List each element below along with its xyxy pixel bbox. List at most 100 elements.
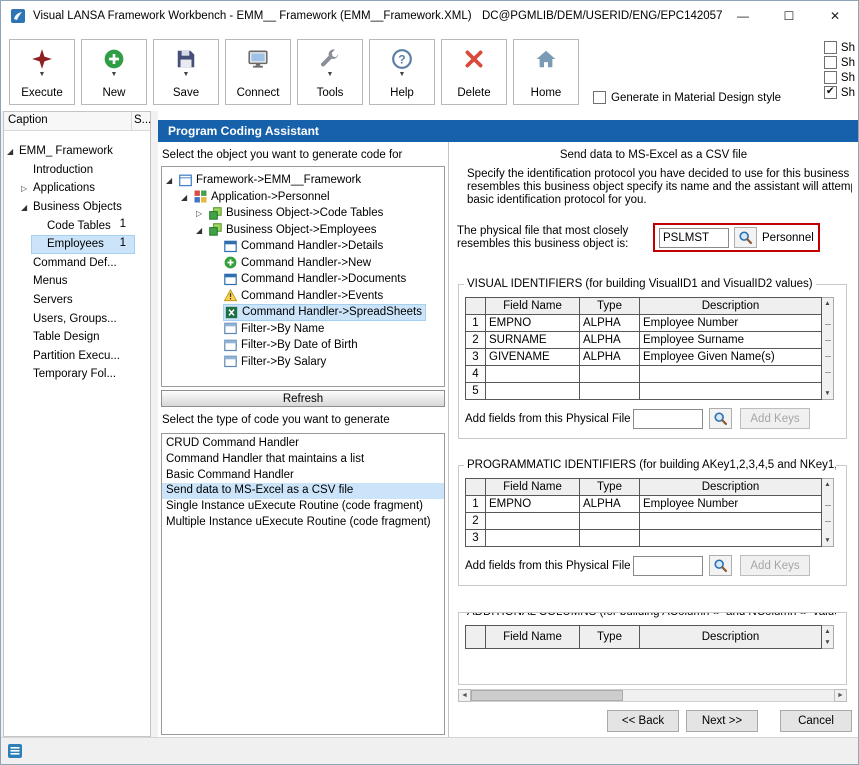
table-row[interactable]: 2SURNAMEALPHAEmployee Surname: [466, 332, 822, 349]
side-checkbox-3[interactable]: Sh: [824, 71, 855, 84]
table-row[interactable]: 1EMPNOALPHAEmployee Number: [466, 315, 822, 332]
window-controls: — ☐ ✕: [720, 1, 858, 31]
sidebar-item-employees[interactable]: Employees1: [4, 235, 150, 254]
sidebar-item-menus[interactable]: Menus: [4, 272, 150, 291]
tree-item-label: Filter->By Date of Birth: [241, 339, 358, 351]
visual-identifiers-table[interactable]: Field Name Type Description 1EMPNOALPHAE…: [465, 297, 822, 400]
scrollbar-thumb[interactable]: [471, 690, 623, 701]
expander-icon[interactable]: [181, 191, 193, 203]
tools-button[interactable]: Tools: [297, 39, 363, 105]
save-button[interactable]: Save: [153, 39, 219, 105]
add-fields-input[interactable]: [633, 556, 703, 576]
sidebar-item-temporary-folder[interactable]: Temporary Fol...: [4, 365, 150, 384]
scroll-right-icon[interactable]: [834, 689, 847, 702]
code-type-single-uexecute[interactable]: Single Instance uExecute Routine (code f…: [162, 499, 444, 515]
sidebar-item-users-groups[interactable]: Users, Groups...: [4, 309, 150, 328]
side-checkbox-4[interactable]: Sh: [824, 86, 855, 99]
expander-icon[interactable]: [196, 207, 208, 219]
table-scrollbar[interactable]: [822, 478, 834, 547]
expander-icon[interactable]: [7, 145, 19, 157]
tree-item-framework[interactable]: Framework->EMM__Framework: [162, 172, 444, 189]
home-button[interactable]: Home: [513, 39, 579, 105]
code-type-basic[interactable]: Basic Command Handler: [162, 468, 444, 484]
cancel-button[interactable]: Cancel: [780, 710, 852, 732]
sidebar-item-partition-execution[interactable]: Partition Execu...: [4, 347, 150, 366]
table-header-row: Field Name Type Description: [466, 626, 822, 649]
sidebar-item-emm-framework[interactable]: EMM_ Framework: [4, 142, 150, 161]
tree-item-bo-code-tables[interactable]: Business Object->Code Tables: [162, 205, 444, 222]
code-type-crud[interactable]: CRUD Command Handler: [162, 436, 444, 452]
expander-icon[interactable]: [21, 182, 33, 194]
tree-item-bo-employees[interactable]: Business Object->Employees: [162, 222, 444, 239]
code-type-multiple-uexecute[interactable]: Multiple Instance uExecute Routine (code…: [162, 515, 444, 531]
sidebar-item-applications[interactable]: Applications: [4, 179, 150, 198]
tree-item-ch-events[interactable]: Command Handler->Events: [162, 288, 444, 305]
tree-item-ch-spreadsheets[interactable]: Command Handler->SpreadSheets: [162, 304, 444, 321]
tree-item-filter-by-name[interactable]: Filter->By Name: [162, 321, 444, 338]
physical-file-input[interactable]: [659, 228, 729, 248]
table-scrollbar[interactable]: [822, 625, 834, 649]
add-fields-input[interactable]: [633, 409, 703, 429]
minimize-button[interactable]: —: [720, 1, 766, 31]
connect-button[interactable]: Connect: [225, 39, 291, 105]
chevron-down-icon: [183, 71, 190, 81]
search-fields-button[interactable]: [709, 408, 732, 429]
side-checkbox-label: Sh: [841, 57, 855, 69]
scrollbar-track[interactable]: [471, 689, 834, 702]
back-button[interactable]: << Back: [607, 710, 679, 732]
status-column-header[interactable]: S...: [132, 112, 150, 130]
item-count: 1: [120, 218, 126, 230]
expander-icon[interactable]: [21, 201, 33, 213]
tree-item-ch-new[interactable]: Command Handler->New: [162, 255, 444, 272]
table-row[interactable]: 3: [466, 530, 822, 547]
new-button[interactable]: New: [81, 39, 147, 105]
add-keys-button[interactable]: Add Keys: [740, 408, 810, 429]
sidebar-item-command-definitions[interactable]: Command Def...: [4, 254, 150, 273]
programmatic-identifiers-table[interactable]: Field Name Type Description 1EMPNOALPHAE…: [465, 478, 822, 547]
maximize-button[interactable]: ☐: [766, 1, 812, 31]
expander-icon[interactable]: [166, 174, 178, 186]
tree-item-ch-details[interactable]: Command Handler->Details: [162, 238, 444, 255]
new-icon: [103, 47, 125, 71]
table-row[interactable]: 2: [466, 513, 822, 530]
delete-button[interactable]: Delete: [441, 39, 507, 105]
tree-item-application-personnel[interactable]: Application->Personnel: [162, 189, 444, 206]
sidebar-item-code-tables[interactable]: Code Tables1: [4, 216, 150, 235]
sidebar-item-servers[interactable]: Servers: [4, 291, 150, 310]
expander-icon[interactable]: [196, 224, 208, 236]
table-row[interactable]: 1EMPNOALPHAEmployee Number: [466, 496, 822, 513]
sidebar-item-business-objects[interactable]: Business Objects: [4, 198, 150, 217]
horizontal-scrollbar[interactable]: [458, 689, 847, 702]
table-row[interactable]: 4: [466, 366, 822, 383]
physical-file-label: The physical file that most closely rese…: [457, 225, 653, 251]
side-checkbox-2[interactable]: Sh: [824, 56, 855, 69]
side-checkbox-1[interactable]: Sh: [824, 41, 855, 54]
material-design-checkbox[interactable]: Generate in Material Design style: [593, 91, 781, 104]
business-object-icon: [209, 207, 222, 220]
table-row[interactable]: 3GIVENAMEALPHAEmployee Given Name(s): [466, 349, 822, 366]
add-fields-label: Add fields from this Physical File: [465, 413, 633, 425]
refresh-button[interactable]: Refresh: [161, 390, 445, 407]
tree-item-filter-by-dob[interactable]: Filter->By Date of Birth: [162, 337, 444, 354]
table-scrollbar[interactable]: [822, 297, 834, 400]
side-checkbox-label: Sh: [841, 42, 855, 54]
table-header-row: Field Name Type Description: [466, 479, 822, 496]
scroll-left-icon[interactable]: [458, 689, 471, 702]
sidebar-item-table-design[interactable]: Table Design: [4, 328, 150, 347]
physical-file-search-button[interactable]: [734, 227, 757, 248]
code-type-list-handler[interactable]: Command Handler that maintains a list: [162, 452, 444, 468]
search-fields-button[interactable]: [709, 555, 732, 576]
close-button[interactable]: ✕: [812, 1, 858, 31]
tree-item-label: Business Object->Code Tables: [226, 207, 383, 219]
help-button[interactable]: ? Help: [369, 39, 435, 105]
next-button[interactable]: Next >>: [686, 710, 758, 732]
caption-column-header[interactable]: Caption: [4, 112, 132, 130]
tree-item-filter-by-salary[interactable]: Filter->By Salary: [162, 354, 444, 371]
tree-item-ch-documents[interactable]: Command Handler->Documents: [162, 271, 444, 288]
additional-columns-table[interactable]: Field Name Type Description: [465, 625, 822, 649]
add-keys-button[interactable]: Add Keys: [740, 555, 810, 576]
sidebar-item-introduction[interactable]: Introduction: [4, 161, 150, 180]
code-type-csv[interactable]: Send data to MS-Excel as a CSV file: [162, 483, 444, 499]
execute-button[interactable]: Execute: [9, 39, 75, 105]
table-row[interactable]: 5: [466, 383, 822, 400]
